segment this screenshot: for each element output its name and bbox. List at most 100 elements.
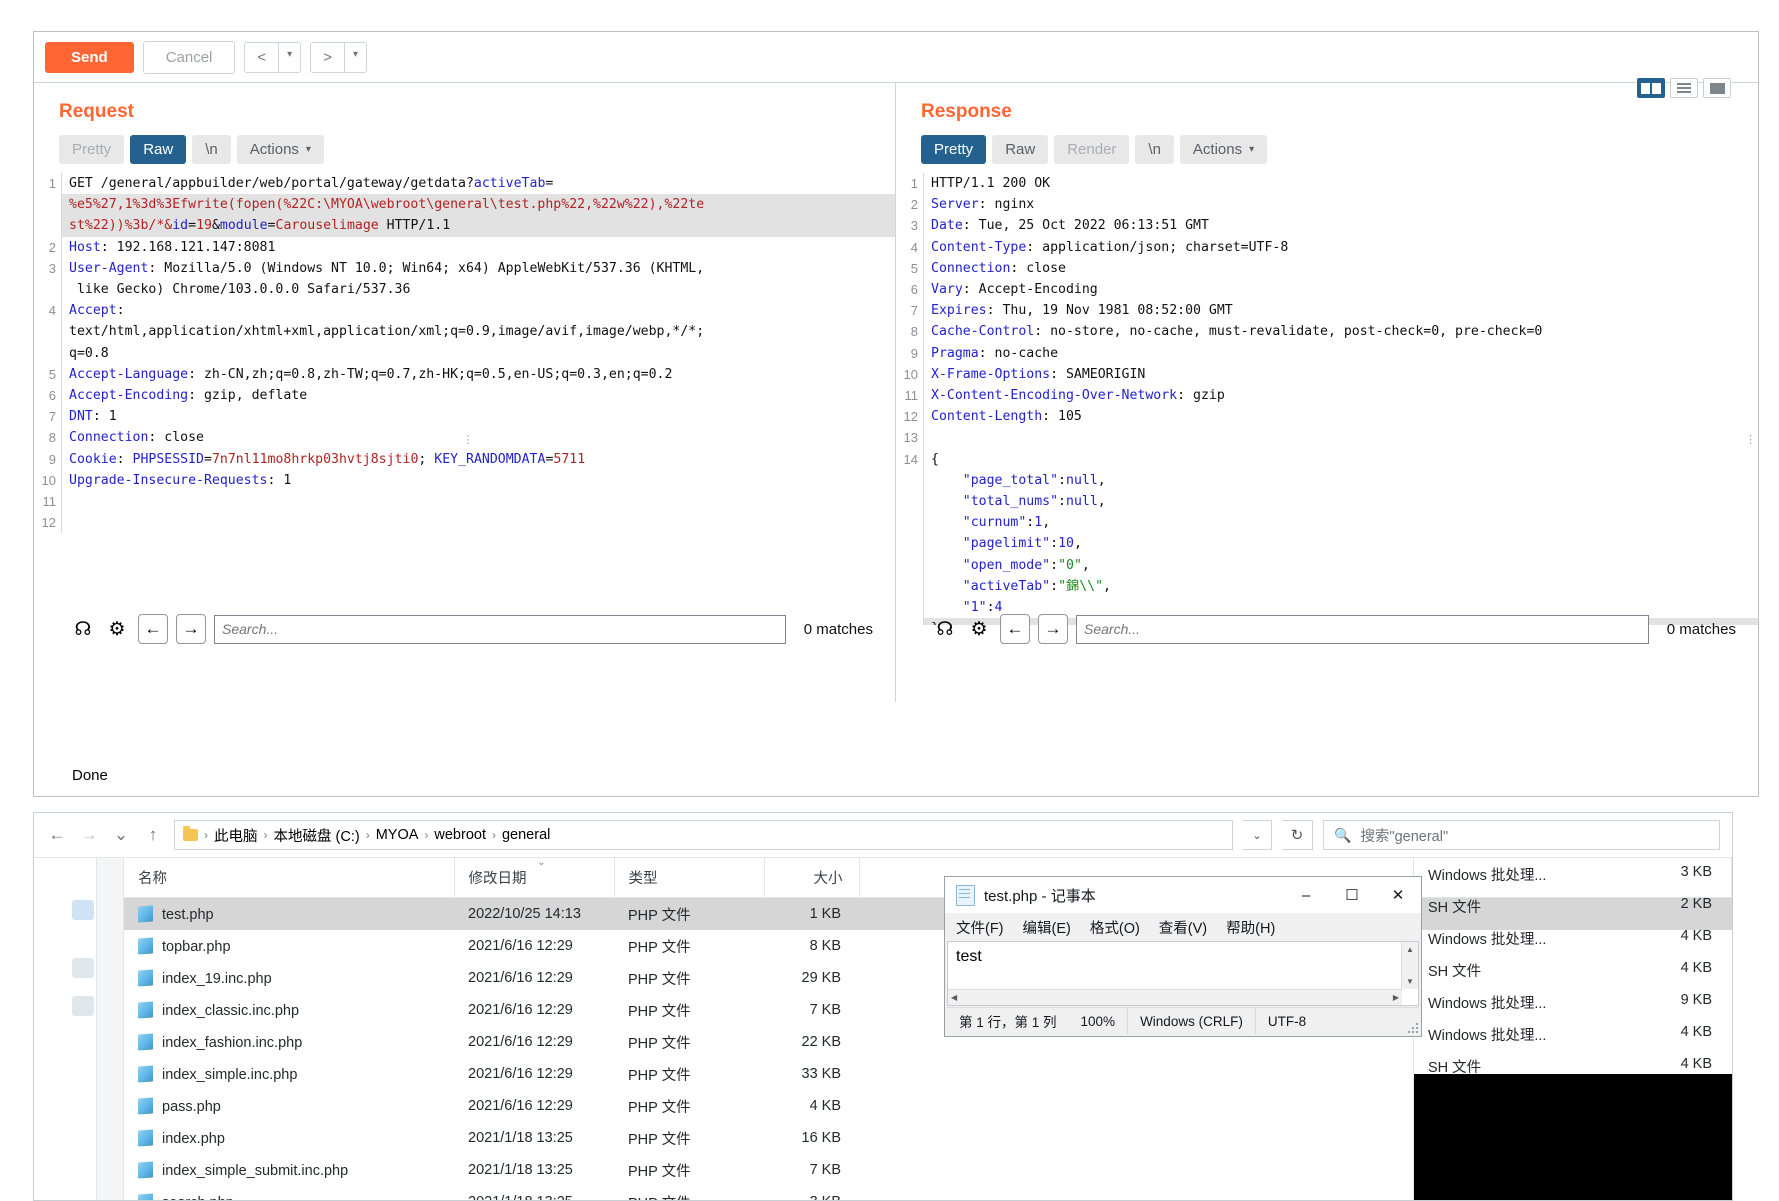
file-row[interactable]: Windows 批处理... 3 KB — [1414, 858, 1732, 890]
breadcrumb-item[interactable]: webroot — [434, 827, 486, 843]
notepad-text-area[interactable]: test ▲ ▼ ◀ ▶ — [947, 941, 1419, 1006]
tab-label: Pretty — [934, 141, 974, 158]
explorer-search-input[interactable]: 🔍 搜索"general" — [1323, 820, 1720, 850]
up-arrow-icon[interactable]: ↑ — [142, 825, 164, 845]
tab-actions[interactable]: Actions ▾ — [1179, 135, 1268, 164]
request-tabs: Pretty Raw \n Actions ▾ — [59, 135, 895, 164]
single-view-icon[interactable] — [1703, 78, 1731, 98]
address-dropdown-icon[interactable]: ⌄ — [1243, 820, 1272, 850]
request-editor[interactable]: 1 GET /general/appbuilder/web/portal/gate… — [34, 173, 895, 625]
line-number: 2 — [48, 239, 56, 255]
maximize-button[interactable]: ☐ — [1329, 877, 1375, 913]
resize-grip-icon[interactable] — [1407, 1022, 1419, 1034]
column-header-date[interactable]: ⌄ 修改日期 — [454, 857, 615, 898]
tab-pretty[interactable]: Pretty — [921, 135, 987, 164]
view-mode-group — [1637, 78, 1731, 98]
minimize-button[interactable]: – — [1283, 877, 1329, 913]
scroll-up-icon[interactable]: ▲ — [1402, 942, 1418, 957]
scroll-down-icon[interactable]: ▼ — [1402, 974, 1418, 989]
prev-match-icon[interactable]: ← — [1000, 614, 1030, 644]
line-number: 7 — [48, 409, 56, 425]
code-text: %e5%27,1%3d%3Efwrite(fopen(%22C:\MYOA\we… — [61, 194, 895, 216]
file-date: 2021/1/18 13:25 — [468, 1162, 573, 1178]
file-name: index_classic.inc.php — [162, 1002, 300, 1019]
next-match-icon[interactable]: → — [1038, 614, 1068, 644]
request-search-input[interactable] — [214, 614, 786, 644]
help-icon[interactable]: ☊ — [932, 616, 958, 642]
pane-splitter[interactable]: ⋮ — [463, 435, 474, 446]
sidebar-onedrive-icon[interactable] — [72, 900, 94, 920]
breadcrumb-item[interactable]: MYOA — [376, 827, 419, 843]
line-number: 3 — [910, 218, 918, 234]
history-forward-caret-icon[interactable]: ▾ — [345, 43, 366, 72]
scroll-right-icon[interactable]: ▶ — [1393, 993, 1399, 1002]
sidebar-thispc-icon[interactable] — [72, 958, 94, 978]
settings-gear-icon[interactable]: ⚙ — [966, 616, 992, 642]
code-line: %e5%27,1%3d%3Efwrite(fopen(%22C:\MYOA\we… — [34, 194, 895, 216]
settings-gear-icon[interactable]: ⚙ — [104, 616, 130, 642]
history-forward-button[interactable]: > — [311, 43, 344, 72]
back-arrow-icon[interactable]: ← — [46, 825, 68, 845]
response-editor[interactable]: 1 HTTP/1.1 200 OK 2 Server: nginx 3 Date: Tue… — [896, 173, 1758, 625]
history-forward-group[interactable]: > ▾ — [310, 41, 367, 73]
line-number: 5 — [48, 366, 56, 382]
explorer-sidebar[interactable] — [34, 858, 97, 1200]
notepad-menu-item[interactable]: 编辑(E) — [1023, 917, 1071, 938]
notepad-title-bar[interactable]: test.php - 记事本 – ☐ ✕ — [945, 877, 1421, 913]
notepad-menu-item[interactable]: 文件(F) — [956, 917, 1004, 938]
code-text: Accept-Encoding: gzip, deflate — [61, 385, 895, 407]
tab-n[interactable]: \n — [192, 135, 231, 164]
file-row[interactable]: SH 文件 4 KB — [1414, 954, 1732, 986]
column-header-name[interactable]: 名称 — [124, 858, 455, 898]
breadcrumb-separator-icon: › — [263, 828, 268, 842]
help-icon[interactable]: ☊ — [70, 616, 96, 642]
file-type: Windows 批处理... — [1428, 867, 1547, 884]
tab-raw[interactable]: Raw — [130, 135, 187, 164]
close-button[interactable]: ✕ — [1375, 877, 1421, 913]
recent-locations-caret-icon[interactable]: ⌄ — [110, 825, 132, 845]
explorer-tree-scrollbar[interactable] — [97, 858, 124, 1200]
line-number: 5 — [910, 260, 918, 276]
code-line: st%22))%3b/*&id=19&module=Carouselimage … — [34, 215, 895, 237]
breadcrumb-item[interactable]: 本地磁盘 (C:) — [274, 825, 360, 846]
file-type: PHP 文件 — [628, 1003, 691, 1020]
file-name: index_19.inc.php — [162, 970, 272, 987]
tab-n[interactable]: \n — [1135, 135, 1174, 164]
list-view-icon[interactable] — [1670, 78, 1698, 98]
split-view-icon[interactable] — [1637, 78, 1665, 98]
scroll-left-icon[interactable]: ◀ — [951, 993, 957, 1002]
column-header-size[interactable]: 大小 — [764, 858, 860, 898]
file-row[interactable]: Windows 批处理... 9 KB — [1414, 986, 1732, 1018]
file-row[interactable]: Windows 批处理... 4 KB — [1414, 1018, 1732, 1050]
folder-icon — [183, 826, 198, 841]
file-row[interactable]: SH 文件 2 KB — [1414, 890, 1732, 922]
file-row[interactable]: Windows 批处理... 4 KB — [1414, 922, 1732, 954]
code-text: Cache-Control: no-store, no-cache, must-… — [923, 321, 1758, 343]
response-tabs: Pretty Raw Render \n Actions ▾ — [921, 135, 1758, 164]
sidebar-network-icon[interactable] — [72, 996, 94, 1016]
history-back-group[interactable]: < ▾ — [244, 41, 302, 73]
next-match-icon[interactable]: → — [176, 614, 206, 644]
notepad-horizontal-scrollbar[interactable]: ◀ ▶ — [948, 989, 1402, 1005]
notepad-menu-item[interactable]: 查看(V) — [1159, 917, 1207, 938]
code-text: "curnum":1, — [923, 512, 1758, 534]
response-search-input[interactable] — [1076, 614, 1649, 644]
address-bar[interactable]: › 此电脑 › 本地磁盘 (C:) › MYOA › webroot › general — [174, 820, 1233, 850]
history-back-button[interactable]: < — [245, 43, 278, 72]
history-back-caret-icon[interactable]: ▾ — [279, 43, 300, 72]
breadcrumb-item[interactable]: general — [502, 827, 550, 843]
notepad-window: test.php - 记事本 – ☐ ✕ 文件(F) 编辑(E) 格式(O) 查看(V… — [944, 876, 1422, 1037]
prev-match-icon[interactable]: ← — [138, 614, 168, 644]
right-edge-splitter[interactable]: ⋮ — [1745, 435, 1756, 446]
column-header-type[interactable]: 类型 — [614, 858, 765, 898]
cancel-button[interactable]: Cancel — [142, 40, 236, 74]
file-date: 2021/6/16 12:29 — [468, 1066, 573, 1082]
tab-raw[interactable]: Raw — [992, 135, 1049, 164]
notepad-menu-item[interactable]: 格式(O) — [1090, 917, 1140, 938]
tab-actions[interactable]: Actions ▾ — [236, 135, 324, 164]
breadcrumb-item[interactable]: 此电脑 — [214, 825, 258, 846]
send-button[interactable]: Send — [45, 41, 134, 73]
refresh-icon[interactable]: ↻ — [1282, 820, 1313, 850]
notepad-vertical-scrollbar[interactable]: ▲ ▼ — [1401, 942, 1418, 989]
notepad-menu-item[interactable]: 帮助(H) — [1226, 917, 1275, 938]
